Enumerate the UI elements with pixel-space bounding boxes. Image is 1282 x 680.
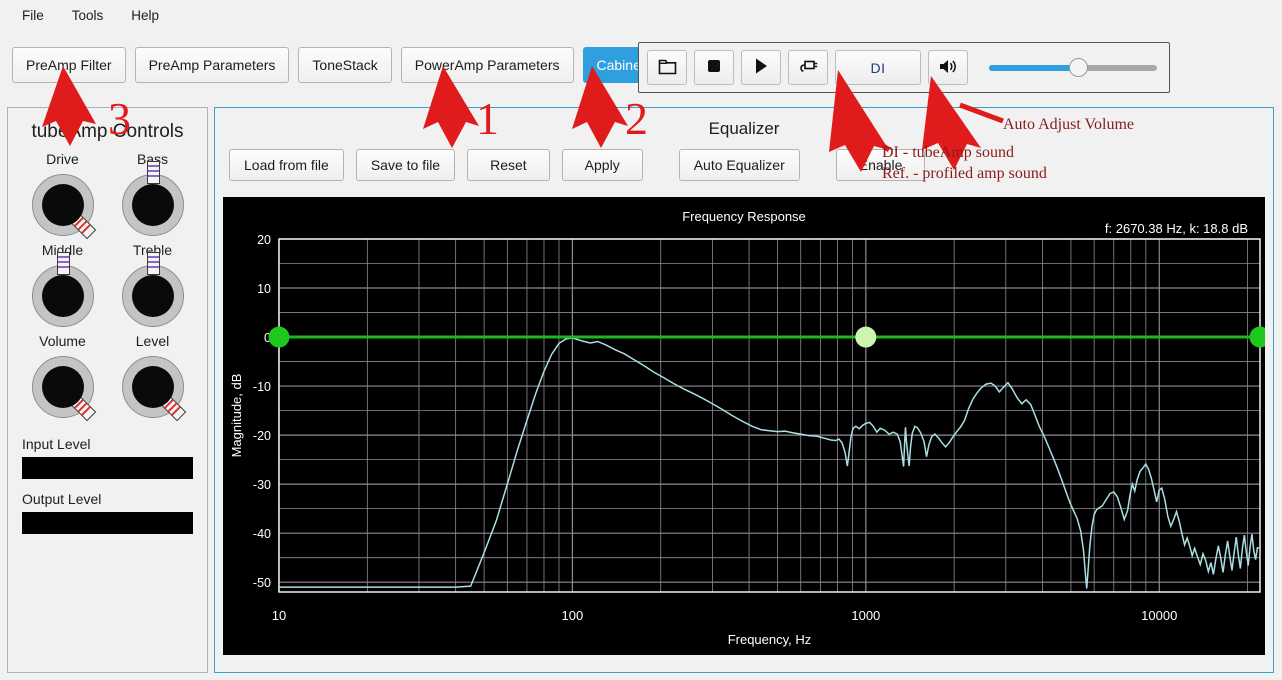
menu-item-help[interactable]: Help — [119, 4, 171, 27]
knob-dial-volume[interactable] — [31, 356, 96, 422]
enable-button[interactable]: Enable — [835, 149, 926, 181]
output-level-meter — [22, 512, 193, 534]
stop-icon — [706, 58, 722, 77]
y-tick-label: -40 — [253, 527, 271, 541]
knob-grid: Drive Bass Middle Treble Volume Level — [8, 151, 207, 424]
tab-poweramp-parameters[interactable]: PowerAmp Parameters — [400, 47, 574, 83]
stop-button[interactable] — [694, 50, 734, 85]
auto-equalizer-button[interactable]: Auto Equalizer — [678, 149, 800, 181]
panel-title: tubeAmp Controls — [31, 121, 184, 142]
volume-slider-handle[interactable] — [1069, 57, 1089, 77]
x-tick-label: 10 — [272, 608, 286, 623]
cursor-readout: f: 2670.38 Hz, k: 18.8 dB — [1105, 221, 1248, 236]
knob-middle[interactable]: Middle — [31, 242, 94, 327]
save-to-file-button[interactable]: Save to file — [355, 149, 456, 181]
volume-slider-fill — [989, 64, 1079, 71]
knob-dial-treble[interactable] — [121, 252, 184, 327]
knob-dial-level[interactable] — [121, 356, 186, 422]
x-tick-label: 100 — [562, 608, 584, 623]
y-axis-label: Magnitude, dB — [229, 374, 244, 458]
play-button[interactable] — [741, 50, 781, 85]
equalizer-handle-2[interactable] — [1249, 326, 1266, 348]
output-level-label: Output Level — [22, 491, 102, 507]
frequency-response-plot[interactable]: Frequency Response 20 10 0 -10 -20 -30 -40 -50 10… — [223, 197, 1265, 655]
y-tick-label: -50 — [253, 576, 271, 590]
plot-svg[interactable]: Frequency Response 20 100 -10 -20 -30 -40 -50 10… — [223, 197, 1265, 655]
reset-button[interactable]: Reset — [467, 149, 550, 181]
volume-slider-track[interactable] — [989, 57, 1157, 77]
folder-open-icon — [658, 58, 677, 78]
menu-item-file[interactable]: File — [10, 4, 56, 27]
open-file-button[interactable] — [647, 50, 687, 85]
equalizer-title: Equalizer — [708, 119, 780, 138]
di-button[interactable]: DI — [835, 50, 921, 85]
equalizer-button-bar: Load from file Save to file Reset Apply … — [215, 139, 1273, 181]
tubeamp-controls-panel: tubeAmp Controls Drive Bass Middle Trebl… — [7, 107, 208, 673]
knob-indicator — [70, 213, 96, 240]
transport-toolbar: DI — [638, 42, 1170, 93]
x-tick-label: 10000 — [1141, 608, 1177, 623]
knob-bass[interactable]: Bass — [121, 151, 184, 236]
plot-frame — [278, 238, 1261, 593]
auto-adjust-volume-button[interactable] — [928, 50, 968, 85]
knob-indicator — [56, 252, 70, 275]
load-from-file-button[interactable]: Load from file — [229, 149, 344, 181]
response-curve — [279, 337, 1260, 589]
equalizer-panel: Equalizer Load from file Save to file Re… — [214, 107, 1274, 673]
knob-indicator — [70, 395, 96, 422]
input-level-meter — [22, 457, 193, 479]
knob-dial-bass[interactable] — [121, 161, 184, 236]
menu-item-tools[interactable]: Tools — [60, 4, 116, 27]
tab-preamp-filter[interactable]: PreAmp Filter — [12, 47, 126, 83]
volume-slider[interactable] — [975, 51, 1161, 84]
y-tick-label: -20 — [253, 429, 271, 443]
profile-plug-button[interactable] — [788, 50, 828, 85]
chart-title: Frequency Response — [682, 209, 806, 224]
knob-dial-drive[interactable] — [31, 174, 96, 240]
knob-volume[interactable]: Volume — [31, 333, 96, 422]
x-axis-label: Frequency, Hz — [728, 632, 812, 647]
y-tick-label: 10 — [257, 282, 271, 296]
tab-tonestack[interactable]: ToneStack — [298, 47, 392, 83]
input-level-label: Input Level — [22, 436, 91, 452]
y-tick-label: -10 — [253, 380, 271, 394]
knob-label-level: Level — [135, 333, 170, 349]
knob-dial-middle[interactable] — [31, 252, 94, 327]
speaker-icon — [938, 58, 958, 78]
equalizer-handle-0[interactable] — [268, 326, 290, 348]
y-tick-label: 20 — [257, 233, 271, 247]
menu-bar: File Tools Help — [0, 0, 1282, 30]
tab-preamp-parameters[interactable]: PreAmp Parameters — [134, 47, 290, 83]
knob-treble[interactable]: Treble — [121, 242, 184, 327]
knob-level[interactable]: Level — [121, 333, 186, 422]
knob-label-volume: Volume — [39, 333, 86, 349]
knob-label-drive: Drive — [46, 151, 79, 167]
knob-indicator — [146, 252, 160, 275]
plug-icon — [797, 57, 819, 78]
module-tab-group: PreAmp Filter PreAmp Parameters ToneStac… — [0, 47, 659, 83]
apply-button[interactable]: Apply — [561, 149, 643, 181]
equalizer-handle-1[interactable] — [855, 326, 877, 348]
knob-drive[interactable]: Drive — [31, 151, 96, 240]
play-icon — [753, 57, 769, 78]
x-tick-label: 1000 — [851, 608, 880, 623]
knob-indicator — [160, 395, 186, 422]
knob-indicator — [146, 161, 160, 184]
y-tick-label: -30 — [253, 478, 271, 492]
